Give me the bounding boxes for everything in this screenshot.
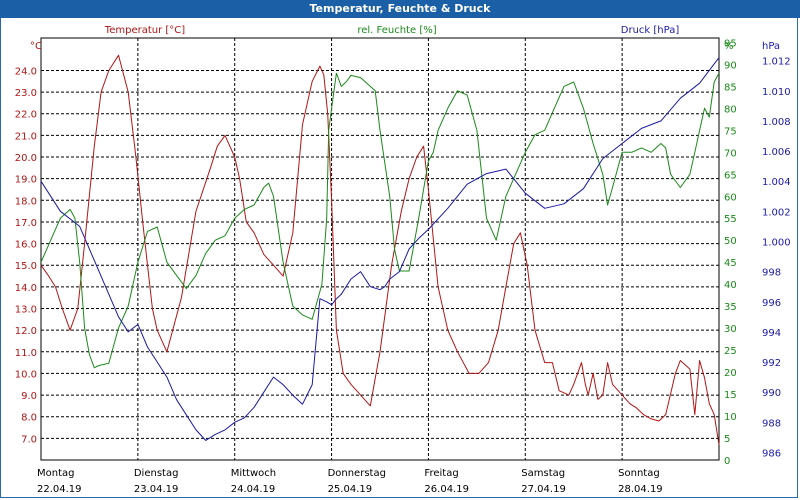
chart-frame — [0, 18, 798, 498]
window-title: Temperatur, Feuchte & Druck — [0, 0, 800, 18]
